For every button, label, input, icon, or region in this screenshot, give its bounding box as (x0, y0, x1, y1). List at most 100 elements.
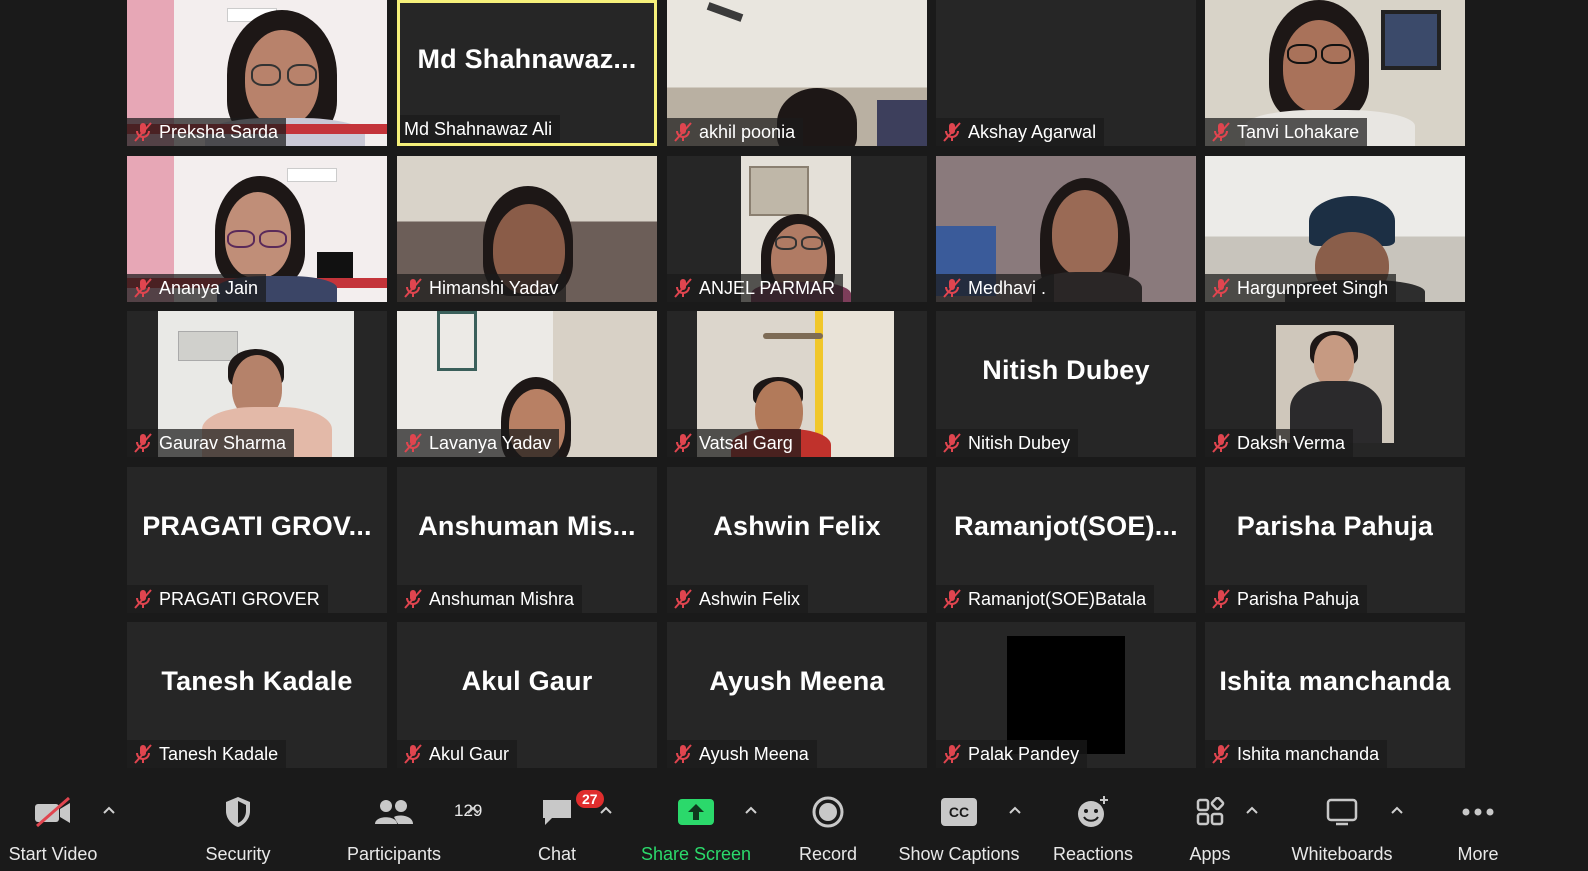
share-screen-button[interactable]: Share Screen (638, 778, 754, 871)
gallery-view: Preksha Sarda Md Shahnawaz... Md Shahnaw… (127, 0, 1467, 770)
video-tile-anjel-parmar[interactable]: ANJEL PARMAR (667, 156, 927, 302)
participants-label: Participants (346, 844, 442, 864)
video-tile-medhavi[interactable]: Medhavi . (936, 156, 1196, 302)
participant-video (1276, 325, 1394, 443)
participant-name: Vatsal Garg (699, 432, 793, 453)
participant-name-tag: Tanvi Lohakare (1205, 118, 1368, 146)
start-video-button[interactable]: Start Video (0, 778, 106, 871)
apps-label: Apps (1189, 844, 1231, 864)
participant-name: Himanshi Yadav (429, 277, 559, 298)
video-tile-ishita-manchanda[interactable]: Ishita manchanda Ishita manchanda (1205, 622, 1465, 768)
video-tile-akul-gaur[interactable]: Akul Gaur Akul Gaur (397, 622, 657, 768)
video-tile-ramanjot-soe-batala[interactable]: Ramanjot(SOE)... Ramanjot(SOE)Batala (936, 467, 1196, 613)
meeting-toolbar: Start Video Security 129 Participants 27… (0, 778, 1588, 871)
participant-name: Ayush Meena (699, 743, 809, 764)
reactions-label: Reactions (1052, 844, 1134, 864)
video-tile-himanshi-yadav[interactable]: Himanshi Yadav (397, 156, 657, 302)
reactions-button[interactable]: Reactions (1048, 778, 1138, 871)
participant-name: Lavanya Yadav (429, 432, 552, 453)
participant-name: Ashwin Felix (699, 588, 801, 609)
video-tile-lavanya-yadav[interactable]: Lavanya Yadav (397, 311, 657, 457)
participant-name: Akul Gaur (429, 743, 510, 764)
participants-options-caret-icon[interactable] (465, 804, 481, 816)
closed-captions-icon: CC (941, 798, 977, 826)
participant-display-name: Md Shahnawaz... (417, 43, 637, 74)
video-tile-preksha-sarda[interactable]: Preksha Sarda (127, 0, 387, 146)
video-tile-md-shahnawaz-ali[interactable]: Md Shahnawaz... Md Shahnawaz Ali (397, 0, 657, 146)
record-button[interactable]: Record (790, 778, 866, 871)
chat-button[interactable]: 27 Chat (527, 778, 604, 871)
video-tile-ayush-meena[interactable]: Ayush Meena Ayush Meena (667, 622, 927, 768)
video-tile-akshay-agarwal[interactable]: Akshay Agarwal (936, 0, 1196, 146)
chat-bubble-icon (543, 800, 571, 825)
video-tile-daksh-verma[interactable]: Daksh Verma (1205, 311, 1465, 457)
participant-name-tag: Parisha Pahuja (1205, 585, 1368, 613)
participant-name: Hargunpreet Singh (1237, 277, 1389, 298)
video-tile-pragati-grover[interactable]: PRAGATI GROV... PRAGATI GROVER (127, 467, 387, 613)
video-off-icon (35, 796, 70, 828)
participants-icon (375, 800, 413, 824)
participant-name: Ishita manchanda (1237, 743, 1380, 764)
video-tile-tanesh-kadale[interactable]: Tanesh Kadale Tanesh Kadale (127, 622, 387, 768)
participant-name: Tanvi Lohakare (1237, 121, 1360, 142)
video-tile-ananya-jain[interactable]: Ananya Jain (127, 156, 387, 302)
whiteboards-button[interactable]: Whiteboards (1284, 778, 1400, 871)
video-tile-akhil-poonia[interactable]: akhil poonia (667, 0, 927, 146)
participant-display-name: Anshuman Mis... (418, 510, 636, 541)
record-label: Record (798, 844, 858, 864)
muted-mic-icon (943, 122, 961, 142)
participant-name-tag: Palak Pandey (936, 740, 1088, 768)
muted-mic-icon (943, 278, 961, 298)
share-options-caret-icon[interactable] (743, 804, 759, 816)
video-tile-palak-pandey[interactable]: Palak Pandey (936, 622, 1196, 768)
share-screen-icon (678, 799, 714, 825)
more-button[interactable]: More (1446, 778, 1510, 871)
video-tile-tanvi-lohakare[interactable]: Tanvi Lohakare (1205, 0, 1465, 146)
apps-icon (1196, 797, 1225, 826)
participant-name: Ananya Jain (159, 277, 259, 298)
muted-mic-icon (1212, 744, 1230, 764)
participant-name-tag: akhil poonia (667, 118, 804, 146)
muted-mic-icon (404, 744, 422, 764)
video-tile-anshuman-mishra[interactable]: Anshuman Mis... Anshuman Mishra (397, 467, 657, 613)
apps-button[interactable]: Apps (1180, 778, 1240, 871)
video-tile-ashwin-felix[interactable]: Ashwin Felix Ashwin Felix (667, 467, 927, 613)
participant-name: Tanesh Kadale (159, 743, 279, 764)
muted-mic-icon (674, 744, 692, 764)
participant-name: akhil poonia (699, 121, 796, 142)
video-tile-nitish-dubey[interactable]: Nitish Dubey Nitish Dubey (936, 311, 1196, 457)
whiteboards-options-caret-icon[interactable] (1389, 804, 1405, 816)
participant-name-tag: Vatsal Garg (667, 429, 801, 457)
apps-options-caret-icon[interactable] (1244, 804, 1260, 816)
security-label: Security (205, 844, 271, 864)
participant-name-tag: Gaurav Sharma (127, 429, 295, 457)
captions-options-caret-icon[interactable] (1007, 804, 1023, 816)
participant-display-name: Akul Gaur (461, 665, 593, 696)
security-button[interactable]: Security (190, 778, 286, 871)
participant-name: Anshuman Mishra (429, 588, 575, 609)
participant-display-name: Ayush Meena (709, 665, 885, 696)
participant-display-name: Tanesh Kadale (161, 665, 353, 696)
muted-mic-icon (1212, 278, 1230, 298)
show-captions-button[interactable]: CC Show Captions (896, 778, 1022, 871)
participant-name: Preksha Sarda (159, 121, 279, 142)
chat-options-caret-icon[interactable] (598, 804, 614, 816)
video-options-caret-icon[interactable] (101, 804, 117, 816)
participant-name: Gaurav Sharma (159, 432, 287, 453)
video-tile-hargunpreet-singh[interactable]: Hargunpreet Singh (1205, 156, 1465, 302)
participant-name-tag: Hargunpreet Singh (1205, 274, 1397, 302)
participant-name-tag: Akshay Agarwal (936, 118, 1105, 146)
muted-mic-icon (134, 433, 152, 453)
video-tile-vatsal-garg[interactable]: Vatsal Garg (667, 311, 927, 457)
video-tile-parisha-pahuja[interactable]: Parisha Pahuja Parisha Pahuja (1205, 467, 1465, 613)
participant-name-tag: PRAGATI GROVER (127, 585, 328, 613)
video-tile-gaurav-sharma[interactable]: Gaurav Sharma (127, 311, 387, 457)
participant-name-tag: Akul Gaur (397, 740, 518, 768)
muted-mic-icon (1212, 122, 1230, 142)
whiteboards-label: Whiteboards (1291, 844, 1393, 864)
participants-button[interactable]: 129 Participants (338, 778, 482, 871)
muted-mic-icon (943, 589, 961, 609)
participant-name-tag: Ayush Meena (667, 740, 817, 768)
muted-mic-icon (674, 122, 692, 142)
participant-display-name: PRAGATI GROV... (142, 510, 372, 541)
